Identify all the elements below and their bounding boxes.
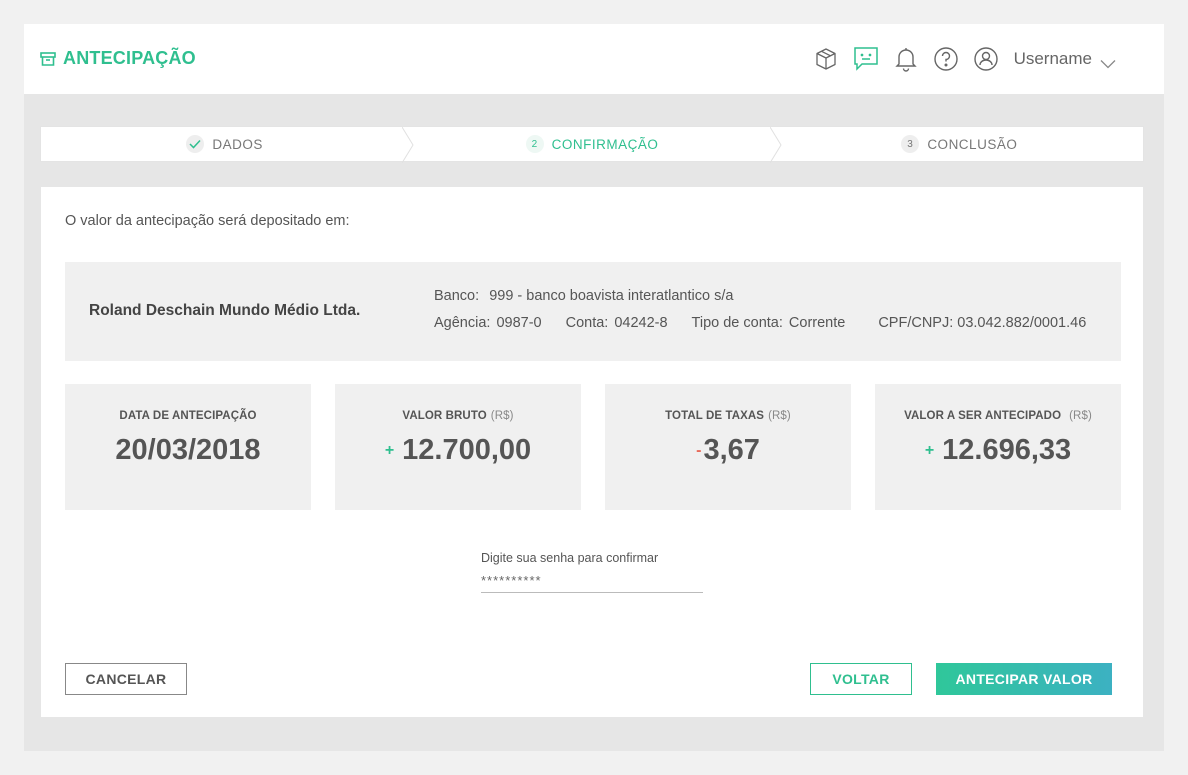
minus-sign: - [696,441,702,459]
stat-unit: (R$) [490,410,514,422]
top-bar: ANTECIPAÇÃO Username [24,24,1164,94]
plus-sign: + [384,441,395,459]
company-name: Roland Deschain Mundo Médio Ltda. [89,302,361,319]
back-button[interactable]: VOLTAR [810,663,912,695]
bell-icon[interactable] [892,45,920,73]
password-input[interactable] [481,569,703,593]
stat-label-text: VALOR A SER ANTECIPADO [904,410,1062,422]
stat-value-text: 12.696,33 [942,434,1072,466]
stat-total-taxas: TOTAL DE TAXAS (R$) -3,67 [605,384,851,510]
stat-value: +12.696,33 [925,434,1071,467]
step-label: DADOS [212,136,263,152]
step-number: 3 [901,135,920,153]
cpf-value: 03.042.882/0001.46 [957,315,1087,331]
stat-label: VALOR BRUTO (R$) [402,410,513,422]
account-line: Agência: 0987-0 Conta: 04242-8 Tipo de con… [434,315,1086,331]
username: Username [1013,49,1092,68]
cpf-label: CPF/CNPJ: [878,315,954,331]
step-dados[interactable]: DADOS [41,127,414,163]
stat-valor-bruto: VALOR BRUTO (R$) +12.700,00 [335,384,581,510]
agencia: Agência: 0987-0 [434,315,542,331]
stat-unit: (R$) [1069,410,1092,422]
password-label: Digite sua senha para confirmar [481,551,659,565]
tipo-label: Tipo de conta: [691,315,783,331]
stat-label: VALOR A SER ANTECIPADO (R$) [904,410,1092,422]
help-icon[interactable] [932,45,960,73]
step-number: 2 [525,135,544,153]
plus-sign: + [924,441,935,459]
tipo-value: Corrente [788,315,846,331]
chevron-down-icon [1100,54,1116,69]
cancel-button[interactable]: CANCELAR [65,663,187,695]
app-frame: ANTECIPAÇÃO Username DADOS 2 CONFIRMAÇÃO… [24,24,1164,751]
deposit-intro: O valor da antecipação será depositado e… [65,213,350,229]
stat-label: TOTAL DE TAXAS (R$) [665,410,791,422]
step-confirmacao[interactable]: 2 CONFIRMAÇÃO [408,127,782,163]
tipo-conta: Tipo de conta: Corrente [692,315,846,331]
box-icon[interactable] [812,45,840,73]
step-conclusao[interactable]: 3 CONCLUSÃO [776,127,1143,161]
stat-value-text: 20/03/2018 [115,434,261,466]
stat-valor-antecipado: VALOR A SER ANTECIPADO (R$) +12.696,33 [875,384,1121,510]
confirm-button[interactable]: ANTECIPAR VALOR [936,663,1112,695]
stat-value: 20/03/2018 [115,434,260,467]
user-icon[interactable] [972,45,1000,73]
check-icon [186,135,205,153]
archive-icon [39,50,57,68]
step-label: CONFIRMAÇÃO [551,136,659,152]
bank-details: Roland Deschain Mundo Médio Ltda. Banco:… [65,262,1121,361]
stat-label-text: DATA DE ANTECIPAÇÃO [119,410,257,422]
chat-icon[interactable] [852,45,880,73]
confirmation-card: O valor da antecipação será depositado e… [40,186,1144,718]
bank-line: Banco: 999 - banco boavista interatlanti… [434,288,733,304]
password-field: Digite sua senha para confirmar [481,551,703,593]
stat-value: +12.700,00 [385,434,531,467]
bank-label: Banco: [434,288,480,304]
agencia-value: 0987-0 [496,315,542,331]
header-actions: Username [800,44,1116,74]
stat-value: -3,67 [696,434,760,467]
stat-label-text: TOTAL DE TAXAS [665,410,765,422]
conta-value: 04242-8 [614,315,668,331]
stat-unit: (R$) [768,410,791,422]
conta: Conta: 04242-8 [566,315,668,331]
stat-value-text: 3,67 [703,434,760,466]
conta-label: Conta: [565,315,609,331]
summary-stats: DATA DE ANTECIPAÇÃO 20/03/2018 VALOR BRU… [65,384,1121,510]
cpf-cnpj: CPF/CNPJ: 03.042.882/0001.46 [878,315,1086,331]
agencia-label: Agência: [434,315,491,331]
stat-value-text: 12.700,00 [402,434,532,466]
step-separator [769,127,782,163]
step-label: CONCLUSÃO [927,136,1018,152]
user-menu[interactable]: Username [1014,49,1116,69]
app-title-text: ANTECIPAÇÃO [63,48,196,68]
stat-data-antecipacao: DATA DE ANTECIPAÇÃO 20/03/2018 [65,384,311,510]
step-separator [402,127,414,163]
stat-label: DATA DE ANTECIPAÇÃO [119,410,256,422]
app-title[interactable]: ANTECIPAÇÃO [39,48,196,69]
stat-label-text: VALOR BRUTO [402,410,487,422]
stepper: DADOS 2 CONFIRMAÇÃO 3 CONCLUSÃO [40,126,1144,163]
bank-value: 999 - banco boavista interatlantico s/a [489,288,734,304]
